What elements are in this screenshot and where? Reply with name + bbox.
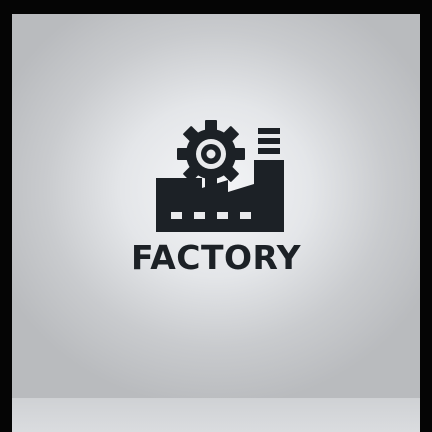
logo-wordmark: FACTORY [130,238,302,277]
factory-gear-icon [156,120,284,232]
bottom-band [12,398,420,432]
image-frame: FACTORY [0,0,432,432]
